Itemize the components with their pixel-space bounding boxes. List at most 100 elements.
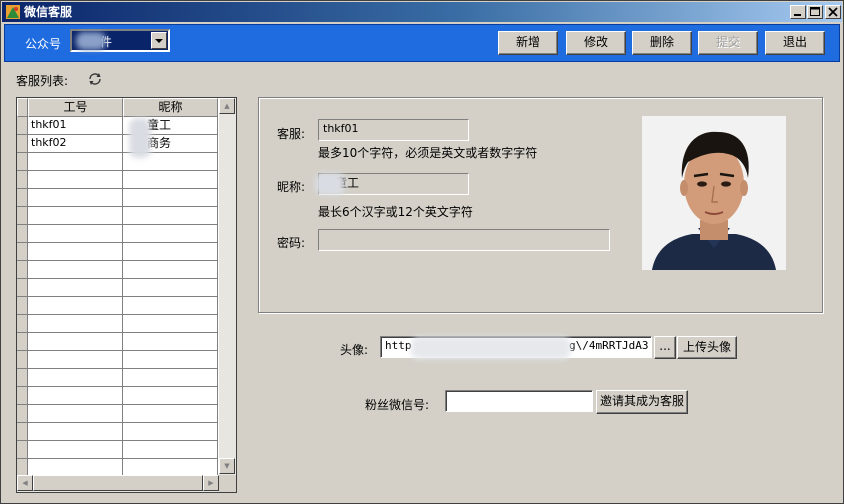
cell-nick[interactable] bbox=[123, 207, 218, 225]
fan-wechat-input[interactable] bbox=[445, 390, 593, 412]
row-indicator[interactable] bbox=[17, 369, 28, 387]
cell-nick[interactable] bbox=[123, 315, 218, 333]
cell-id[interactable] bbox=[28, 261, 123, 279]
browse-button[interactable]: ... bbox=[654, 336, 676, 359]
close-button[interactable] bbox=[825, 5, 841, 19]
row-indicator[interactable] bbox=[17, 441, 28, 459]
table-row[interactable] bbox=[17, 369, 218, 387]
table-row[interactable] bbox=[17, 315, 218, 333]
scroll-up-icon[interactable]: ▲ bbox=[219, 98, 235, 114]
row-indicator[interactable] bbox=[17, 279, 28, 297]
cell-id[interactable] bbox=[28, 369, 123, 387]
table-row[interactable] bbox=[17, 153, 218, 171]
table-row[interactable] bbox=[17, 279, 218, 297]
cell-id[interactable] bbox=[28, 171, 123, 189]
cell-id[interactable] bbox=[28, 207, 123, 225]
add-button[interactable]: 新增 bbox=[498, 31, 558, 55]
invite-button[interactable]: 邀请其成为客服 bbox=[596, 390, 688, 414]
row-indicator[interactable] bbox=[17, 297, 28, 315]
row-indicator[interactable] bbox=[17, 153, 28, 171]
submit-button[interactable]: 提交 bbox=[698, 31, 758, 55]
cell-id[interactable] bbox=[28, 333, 123, 351]
cell-nick[interactable] bbox=[123, 351, 218, 369]
maximize-button[interactable] bbox=[807, 5, 823, 19]
scroll-down-icon[interactable]: ▼ bbox=[219, 458, 235, 474]
cell-nick[interactable] bbox=[123, 333, 218, 351]
cell-nick[interactable] bbox=[123, 387, 218, 405]
scroll-right-icon[interactable]: ▶ bbox=[203, 475, 219, 491]
cell-nick[interactable] bbox=[123, 369, 218, 387]
cell-id[interactable]: thkf02 bbox=[28, 135, 123, 153]
title-bar[interactable]: 微信客服 bbox=[2, 2, 842, 22]
cell-id[interactable] bbox=[28, 315, 123, 333]
table-row[interactable] bbox=[17, 261, 218, 279]
table-row[interactable] bbox=[17, 189, 218, 207]
cell-id[interactable] bbox=[28, 297, 123, 315]
cell-nick[interactable] bbox=[123, 423, 218, 441]
horizontal-scrollbar[interactable]: ◀ ▶ bbox=[17, 475, 219, 492]
cell-id[interactable] bbox=[28, 351, 123, 369]
refresh-icon[interactable] bbox=[87, 71, 103, 87]
cell-id[interactable] bbox=[28, 441, 123, 459]
row-indicator[interactable] bbox=[17, 243, 28, 261]
cell-id[interactable] bbox=[28, 225, 123, 243]
column-header-id[interactable]: 工号 bbox=[28, 98, 123, 117]
table-row[interactable] bbox=[17, 351, 218, 369]
row-indicator[interactable] bbox=[17, 117, 28, 135]
table-row[interactable] bbox=[17, 387, 218, 405]
account-select[interactable]: 件 bbox=[70, 29, 170, 52]
cell-id[interactable] bbox=[28, 405, 123, 423]
exit-button[interactable]: 退出 bbox=[765, 31, 825, 55]
table-row[interactable] bbox=[17, 423, 218, 441]
minimize-button[interactable] bbox=[790, 5, 806, 19]
cell-nick[interactable] bbox=[123, 171, 218, 189]
table-row[interactable] bbox=[17, 171, 218, 189]
table-row[interactable] bbox=[17, 405, 218, 423]
upload-avatar-button[interactable]: 上传头像 bbox=[677, 336, 737, 359]
cell-nick[interactable] bbox=[123, 189, 218, 207]
account-field[interactable]: thkf01 bbox=[318, 119, 469, 141]
row-indicator[interactable] bbox=[17, 261, 28, 279]
delete-button[interactable]: 删除 bbox=[632, 31, 692, 55]
vertical-scrollbar[interactable]: ▲ ▼ bbox=[219, 98, 236, 475]
cell-nick[interactable] bbox=[123, 243, 218, 261]
table-row[interactable] bbox=[17, 297, 218, 315]
table-row[interactable] bbox=[17, 243, 218, 261]
cell-nick[interactable] bbox=[123, 405, 218, 423]
table-row[interactable] bbox=[17, 207, 218, 225]
cell-id[interactable] bbox=[28, 189, 123, 207]
cell-nick[interactable] bbox=[123, 225, 218, 243]
scroll-left-icon[interactable]: ◀ bbox=[17, 475, 33, 491]
row-indicator[interactable] bbox=[17, 387, 28, 405]
row-indicator[interactable] bbox=[17, 135, 28, 153]
cell-id[interactable] bbox=[28, 153, 123, 171]
cell-id[interactable] bbox=[28, 279, 123, 297]
row-indicator[interactable] bbox=[17, 189, 28, 207]
row-indicator[interactable] bbox=[17, 423, 28, 441]
scroll-thumb[interactable] bbox=[33, 475, 203, 491]
row-indicator[interactable] bbox=[17, 405, 28, 423]
service-grid[interactable]: 工号 昵称 thkf01 童工 thkf02 商务 ▲ ▼ ◀ ▶ bbox=[16, 97, 237, 493]
cell-nick[interactable] bbox=[123, 261, 218, 279]
table-row[interactable]: thkf01 童工 bbox=[17, 117, 218, 135]
row-indicator[interactable] bbox=[17, 225, 28, 243]
cell-nick[interactable] bbox=[123, 279, 218, 297]
table-row[interactable] bbox=[17, 333, 218, 351]
cell-id[interactable] bbox=[28, 387, 123, 405]
row-indicator[interactable] bbox=[17, 351, 28, 369]
row-indicator[interactable] bbox=[17, 315, 28, 333]
password-field[interactable] bbox=[318, 229, 610, 251]
cell-id[interactable]: thkf01 bbox=[28, 117, 123, 135]
table-row[interactable] bbox=[17, 225, 218, 243]
table-row[interactable]: thkf02 商务 bbox=[17, 135, 218, 153]
edit-button[interactable]: 修改 bbox=[566, 31, 626, 55]
cell-nick[interactable] bbox=[123, 297, 218, 315]
row-indicator[interactable] bbox=[17, 333, 28, 351]
cell-id[interactable] bbox=[28, 423, 123, 441]
row-indicator[interactable] bbox=[17, 171, 28, 189]
cell-id[interactable] bbox=[28, 243, 123, 261]
cell-nick[interactable] bbox=[123, 441, 218, 459]
column-header-nick[interactable]: 昵称 bbox=[123, 98, 218, 117]
row-indicator[interactable] bbox=[17, 207, 28, 225]
table-row[interactable] bbox=[17, 441, 218, 459]
